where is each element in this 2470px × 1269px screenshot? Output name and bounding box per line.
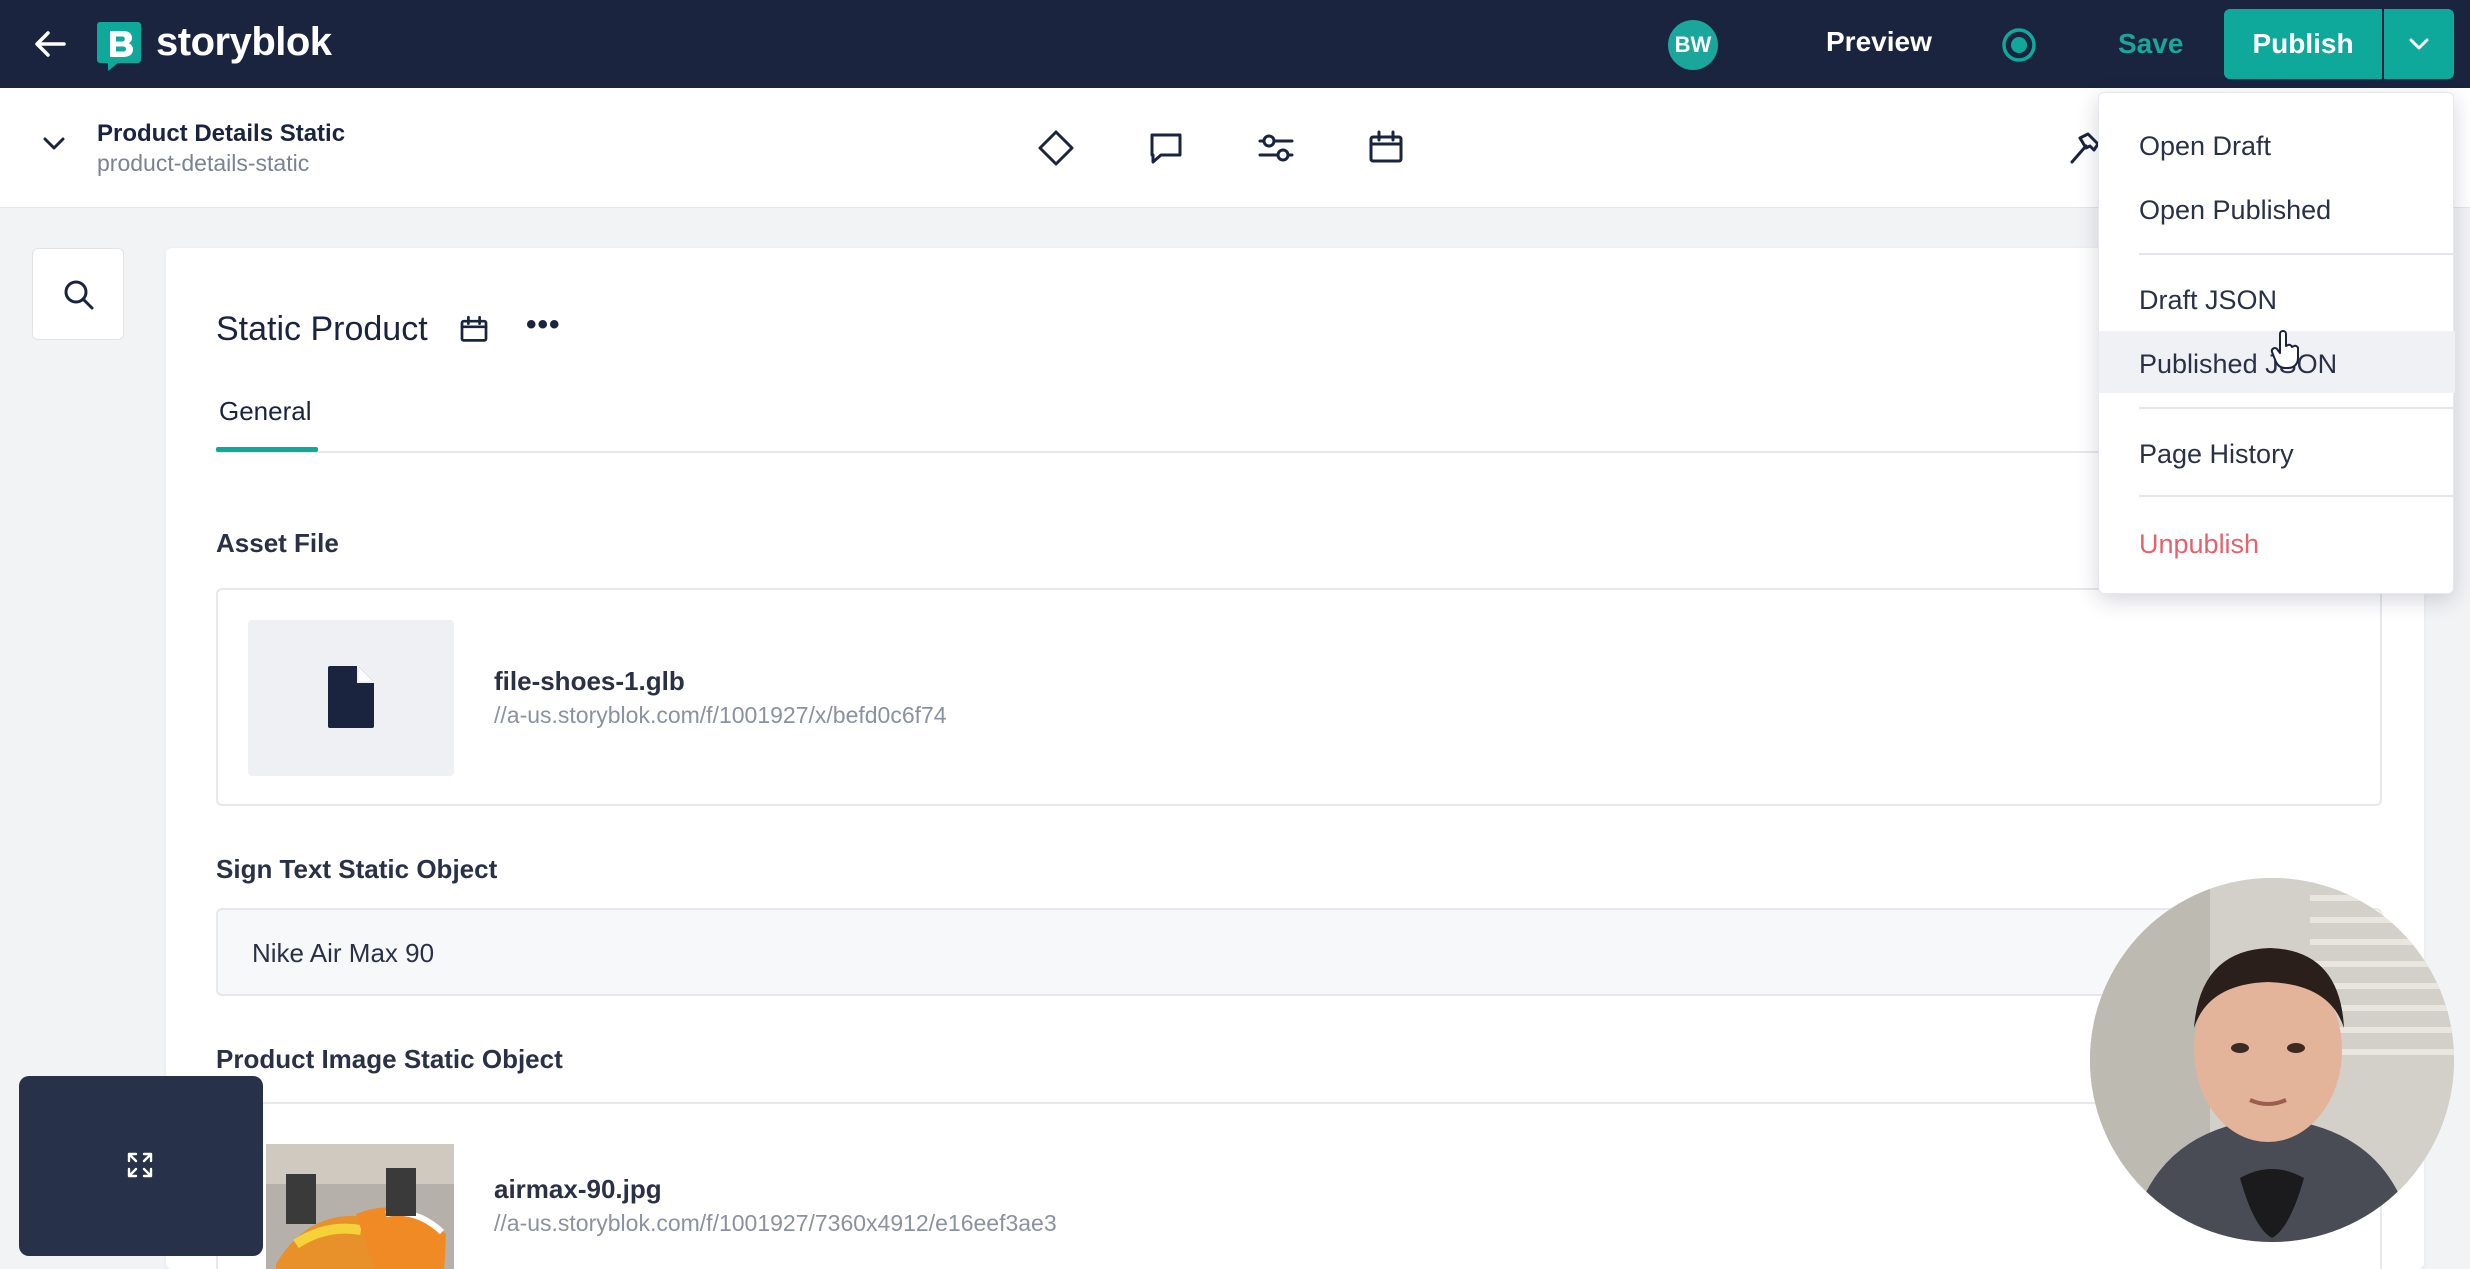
sign-text-input[interactable]: Nike Air Max 90 xyxy=(216,908,2382,996)
menu-item-unpublish[interactable]: Unpublish xyxy=(2099,511,2455,573)
more-options-button[interactable]: ••• xyxy=(526,308,561,342)
preview-button[interactable]: Preview xyxy=(1826,26,1932,58)
tab-general[interactable]: General xyxy=(219,396,312,427)
sneaker-photo xyxy=(266,1144,454,1269)
component-title: Static Product xyxy=(216,310,428,348)
product-image-label: Product Image Static Object xyxy=(216,1044,563,1074)
comment-icon[interactable] xyxy=(1146,128,1186,168)
active-tab-indicator xyxy=(216,447,318,452)
menu-divider xyxy=(2139,407,2455,409)
menu-item-label: Draft JSON xyxy=(2139,285,2278,315)
product-image-field[interactable]: airmax-90.jpg //a-us.storyblok.com/f/100… xyxy=(216,1102,2382,1269)
content-editor-panel: Static Product ••• General Asset File fi… xyxy=(166,248,2424,1269)
tab-divider xyxy=(216,451,2424,453)
webcam-overlay xyxy=(2090,878,2454,1242)
asset-file-label: Asset File xyxy=(216,528,339,558)
story-title: Product Details Static xyxy=(97,120,346,147)
menu-item-open-draft[interactable]: Open Draft xyxy=(2099,113,2455,175)
sign-text-value: Nike Air Max 90 xyxy=(252,938,435,968)
search-button[interactable] xyxy=(32,248,124,340)
storyblok-logo-icon xyxy=(97,22,141,71)
asset-file-name: file-shoes-1.glb xyxy=(494,666,685,696)
hammer-icon[interactable] xyxy=(2066,130,2102,166)
calendar-icon[interactable] xyxy=(1366,128,1406,168)
expand-icon xyxy=(127,1152,153,1178)
menu-divider xyxy=(2139,495,2455,497)
back-arrow-icon[interactable] xyxy=(30,26,70,62)
save-button[interactable]: Save xyxy=(2118,28,2183,60)
chevron-down-icon[interactable] xyxy=(40,134,68,154)
search-icon xyxy=(64,280,94,310)
sliders-icon[interactable] xyxy=(1256,128,1296,168)
file-icon xyxy=(328,666,374,728)
asset-thumbnail xyxy=(248,620,454,776)
chevron-down-icon xyxy=(2409,38,2429,50)
brand-name: storyblok xyxy=(156,20,332,64)
story-slug: product-details-static xyxy=(97,150,310,176)
menu-item-draft-json[interactable]: Draft JSON xyxy=(2099,267,2455,329)
menu-item-page-history[interactable]: Page History xyxy=(2099,421,2455,483)
product-image-thumbnail xyxy=(266,1144,454,1269)
asset-file-url: //a-us.storyblok.com/f/1001927/x/befd0c6… xyxy=(494,702,947,728)
product-image-url: //a-us.storyblok.com/f/1001927/7360x4912… xyxy=(494,1210,1057,1236)
menu-item-label: Open Draft xyxy=(2139,131,2272,161)
expand-preview-widget[interactable] xyxy=(19,1076,263,1256)
user-avatar[interactable]: BW xyxy=(1668,20,1718,70)
menu-divider xyxy=(2139,253,2455,255)
menu-item-label: Page History xyxy=(2139,439,2294,469)
asset-file-field[interactable]: file-shoes-1.glb //a-us.storyblok.com/f/… xyxy=(216,588,2382,806)
hand-cursor-icon xyxy=(2270,330,2299,369)
menu-item-label: Unpublish xyxy=(2139,529,2260,559)
publish-options-button[interactable] xyxy=(2384,9,2454,79)
diamond-icon[interactable] xyxy=(1036,128,1076,168)
product-image-file-name: airmax-90.jpg xyxy=(494,1174,662,1204)
target-icon[interactable] xyxy=(2000,26,2038,64)
menu-item-label: Open Published xyxy=(2139,195,2332,225)
menu-item-open-published[interactable]: Open Published xyxy=(2099,177,2455,239)
menu-item-label: Published JSON xyxy=(2139,349,2338,379)
publish-button[interactable]: Publish xyxy=(2224,9,2382,79)
calendar-icon[interactable] xyxy=(458,314,490,346)
top-bar: storyblok BW Preview Save Publish xyxy=(0,0,2470,88)
sign-text-label: Sign Text Static Object xyxy=(216,854,498,884)
presenter-video xyxy=(2090,878,2454,1242)
